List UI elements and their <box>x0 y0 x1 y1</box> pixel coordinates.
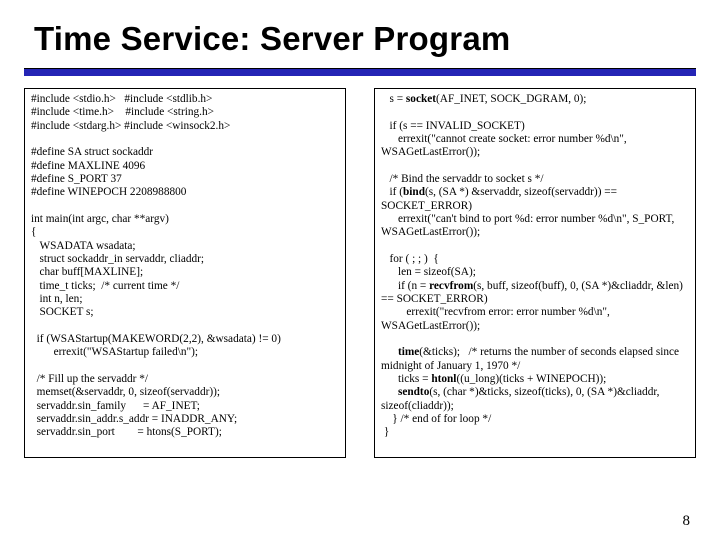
left-codebox: #include <stdio.h> #include <stdlib.h> #… <box>24 88 346 458</box>
socket-call: socket <box>406 93 436 105</box>
code-line: servaddr.sin_port = htons(S_PORT); <box>31 426 222 438</box>
code-line: servaddr.sin_family = AF_INET; <box>31 400 200 412</box>
sendto-call: sendto <box>398 386 429 398</box>
slide-title: Time Service: Server Program <box>0 0 720 58</box>
code-line: memset(&servaddr, 0, sizeof(servaddr)); <box>31 386 220 398</box>
code-line: int n, len; <box>31 293 82 305</box>
code-line: WSADATA wsadata; <box>31 240 136 252</box>
code-line: servaddr.sin_addr.s_addr = INADDR_ANY; <box>31 413 237 425</box>
code-line: if (n = recvfrom(s, buff, sizeof(buff), … <box>381 280 686 305</box>
columns: #include <stdio.h> #include <stdlib.h> #… <box>24 88 696 458</box>
code-line: struct sockaddr_in servaddr, cliaddr; <box>31 253 204 265</box>
code-line: if (s == INVALID_SOCKET) <box>381 120 525 132</box>
recvfrom-call: recvfrom <box>429 280 473 292</box>
bind-call: bind <box>403 186 425 198</box>
code-line: #include <time.h> #include <string.h> <box>31 106 214 118</box>
code-line: { <box>31 226 36 238</box>
code-line: s = socket(AF_INET, SOCK_DGRAM, 0); <box>381 93 586 105</box>
code-line: for ( ; ; ) { <box>381 253 439 265</box>
code-line: #define S_PORT 37 <box>31 173 122 185</box>
code-line: } <box>381 426 389 438</box>
code-line: time_t ticks; /* current time */ <box>31 280 179 292</box>
slide: Time Service: Server Program #include <s… <box>0 0 720 540</box>
time-call: time <box>398 346 419 358</box>
code-line: errexit("cannot create socket: error num… <box>381 133 629 158</box>
code-line: errexit("WSAStartup failed\n"); <box>31 346 198 358</box>
code-line: #include <stdarg.h> #include <winsock2.h… <box>31 120 230 132</box>
code-line: #include <stdio.h> #include <stdlib.h> <box>31 93 212 105</box>
code-line: errexit("can't bind to port %d: error nu… <box>381 213 677 238</box>
code-line: /* Bind the servaddr to socket s */ <box>381 173 544 185</box>
code-line: /* Fill up the servaddr */ <box>31 373 148 385</box>
code-line: char buff[MAXLINE]; <box>31 266 143 278</box>
code-line: } /* end of for loop */ <box>381 413 491 425</box>
code-line: SOCKET s; <box>31 306 94 318</box>
code-line: if (WSAStartup(MAKEWORD(2,2), &wsadata) … <box>31 333 281 345</box>
htonl-call: htonl <box>431 373 456 385</box>
code-line: #define WINEPOCH 2208988800 <box>31 186 186 198</box>
page-number: 8 <box>683 513 691 530</box>
code-line: #define MAXLINE 4096 <box>31 160 145 172</box>
title-underline <box>24 69 696 76</box>
code-line: len = sizeof(SA); <box>381 266 476 278</box>
code-line: sendto(s, (char *)&ticks, sizeof(ticks),… <box>381 386 662 411</box>
left-column: #include <stdio.h> #include <stdlib.h> #… <box>24 88 346 458</box>
code-line: ticks = htonl((u_long)(ticks + WINEPOCH)… <box>381 373 606 385</box>
code-line: time(&ticks); /* returns the number of s… <box>381 346 682 371</box>
code-line: if (bind(s, (SA *) &servaddr, sizeof(ser… <box>381 186 620 211</box>
right-column: s = socket(AF_INET, SOCK_DGRAM, 0); if (… <box>374 88 696 458</box>
code-line: #define SA struct sockaddr <box>31 146 153 158</box>
right-codebox: s = socket(AF_INET, SOCK_DGRAM, 0); if (… <box>374 88 696 458</box>
code-line: errexit("recvfrom error: error number %d… <box>381 306 612 331</box>
code-line: int main(int argc, char **argv) <box>31 213 169 225</box>
